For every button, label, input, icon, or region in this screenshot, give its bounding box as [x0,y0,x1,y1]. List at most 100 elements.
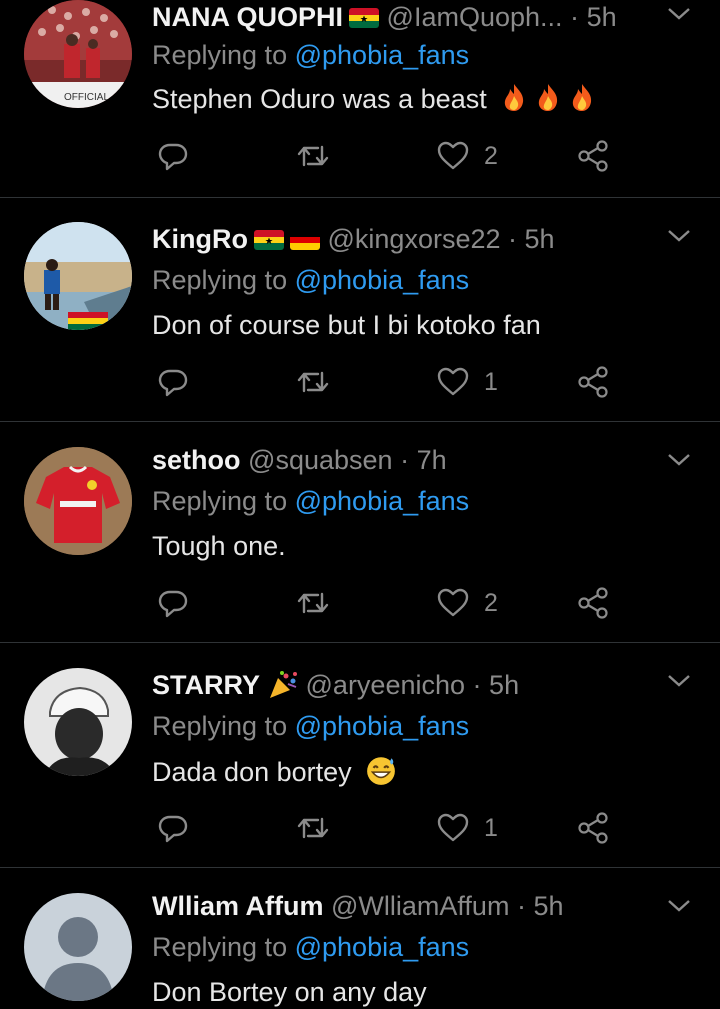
tweet-text-body: Don of course but I bi kotoko fan [152,310,541,340]
tweet-actions: 2 [152,585,622,621]
timestamp[interactable]: 7h [417,445,447,475]
tweet-text-body: Tough one. [152,531,286,561]
like-button[interactable]: 1 [436,364,498,400]
replying-to-label: Replying to [152,486,288,516]
replying-to: Replying to @phobia_fans [152,709,469,743]
timestamp[interactable]: 5h [525,224,555,254]
like-icon [437,588,469,617]
like-button[interactable]: 2 [436,585,498,621]
mention-link[interactable]: @phobia_fans [295,40,470,70]
tweet-card[interactable]: sethoo @squabsen · 7h Replying to @phobi… [0,422,720,643]
tweet-header: sethoo @squabsen · 7h [152,443,660,477]
chevron-down-icon[interactable] [666,6,692,22]
fire-emoji-icon [573,84,592,111]
display-name[interactable]: sethoo [152,445,241,475]
tweet-card[interactable]: KingRo @kingxorse22 · 5h Replying to @ph… [0,198,720,422]
display-name[interactable]: STARRY [152,670,260,700]
replying-to-label: Replying to [152,40,288,70]
tweet-text: Stephen Oduro was a beast [152,82,596,116]
tweet-actions: 2 [152,138,622,174]
tweet-card[interactable]: OFFICIAL NANA QUOPHI @IamQuoph... · 5h R… [0,0,720,198]
tweet-text-body: Dada don bortey [152,757,352,787]
like-button[interactable]: 1 [436,810,498,846]
replying-to-label: Replying to [152,711,288,741]
user-handle[interactable]: @aryeenicho [306,670,466,700]
retweet-button[interactable] [296,810,330,846]
timestamp[interactable]: 5h [587,2,617,32]
tweet-text: Don Bortey on any day [152,975,427,1009]
share-icon [578,140,608,172]
chevron-down-icon[interactable] [666,228,692,244]
reply-button[interactable] [156,364,190,400]
reply-icon [158,590,188,618]
replying-to-label: Replying to [152,932,288,962]
user-handle[interactable]: @WlliamAffum [331,891,509,921]
retweet-icon [297,145,329,167]
share-button[interactable] [576,364,610,400]
replying-to: Replying to @phobia_fans [152,930,469,964]
party-popper-emoji-icon [266,670,298,700]
tweet-header: Wlliam Affum @WlliamAffum · 5h [152,889,660,923]
mention-link[interactable]: @phobia_fans [295,265,470,295]
avatar[interactable] [24,447,132,555]
reply-button[interactable] [156,138,190,174]
user-handle[interactable]: @kingxorse22 [328,224,501,254]
avatar[interactable] [24,893,132,1001]
avatar[interactable] [24,222,132,330]
tweet-text: Don of course but I bi kotoko fan [152,308,541,342]
mention-link[interactable]: @phobia_fans [295,486,470,516]
user-handle[interactable]: @IamQuoph... [387,2,563,32]
tweet-card[interactable]: Wlliam Affum @WlliamAffum · 5h Replying … [0,868,720,1008]
chevron-down-icon[interactable] [666,898,692,914]
mention-link[interactable]: @phobia_fans [295,932,470,962]
timestamp[interactable]: 5h [489,670,519,700]
tweet-card[interactable]: STARRY @aryeenicho · 5h Replying to @pho… [0,643,720,868]
timestamp[interactable]: 5h [533,891,563,921]
mention-link[interactable]: @phobia_fans [295,711,470,741]
separator-dot: · [516,891,526,921]
tweet-header: KingRo @kingxorse22 · 5h [152,222,660,256]
reply-icon [158,143,188,171]
user-handle[interactable]: @squabsen [248,445,393,475]
share-button[interactable] [576,138,610,174]
like-count: 1 [484,367,498,396]
like-icon [437,813,469,842]
fire-emoji-icon [539,84,558,111]
share-icon [578,587,608,619]
like-button[interactable]: 2 [436,138,498,174]
chevron-down-icon[interactable] [666,673,692,689]
separator-dot: · [570,2,580,32]
like-count: 1 [484,813,498,842]
reply-button[interactable] [156,810,190,846]
share-icon [578,366,608,398]
display-name[interactable]: NANA QUOPHI [152,2,343,32]
tweet-header: NANA QUOPHI @IamQuoph... · 5h [152,0,660,34]
share-icon [578,812,608,844]
retweet-button[interactable] [296,138,330,174]
retweet-icon [297,592,329,614]
replying-to: Replying to @phobia_fans [152,484,469,518]
avatar[interactable] [24,668,132,776]
chevron-down-icon[interactable] [666,452,692,468]
share-button[interactable] [576,585,610,621]
share-button[interactable] [576,810,610,846]
replying-to-label: Replying to [152,265,288,295]
separator-dot: · [400,445,410,475]
reply-icon [158,815,188,843]
like-icon [437,367,469,396]
tweet-actions: 1 [152,364,622,400]
like-count: 2 [484,588,498,617]
tweet-text-body: Don Bortey on any day [152,977,427,1007]
retweet-button[interactable] [296,585,330,621]
reply-button[interactable] [156,585,190,621]
avatar[interactable]: OFFICIAL [24,0,132,108]
tweet-text: Dada don bortey [152,754,397,789]
grinning-sweat-emoji-icon [367,757,396,785]
svg-text:OFFICIAL: OFFICIAL [64,92,109,103]
fire-emoji-icon [505,84,524,111]
retweet-icon [297,817,329,839]
separator-dot: · [472,670,482,700]
display-name[interactable]: KingRo [152,224,248,254]
retweet-button[interactable] [296,364,330,400]
display-name[interactable]: Wlliam Affum [152,891,324,921]
